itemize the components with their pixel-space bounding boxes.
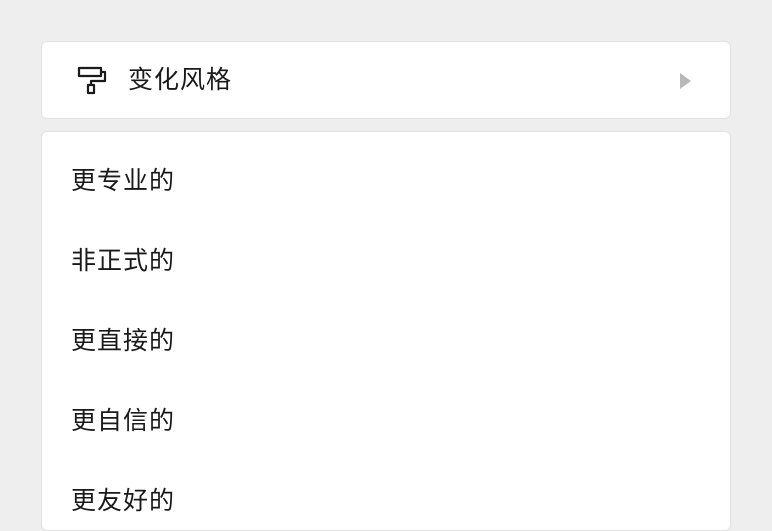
change-style-menu-item[interactable]: 变化风格 [41, 41, 731, 119]
option-casual[interactable]: 非正式的 [71, 241, 175, 281]
option-more-confident[interactable]: 更自信的 [71, 401, 175, 441]
option-more-professional[interactable]: 更专业的 [71, 161, 175, 201]
option-more-friendly[interactable]: 更友好的 [71, 481, 175, 521]
style-options-list: 更专业的 非正式的 更直接的 更自信的 更友好的 [41, 131, 731, 531]
change-style-label: 变化风格 [128, 65, 233, 94]
paint-roller-icon [77, 66, 107, 95]
chevron-right-icon [680, 73, 691, 89]
option-more-direct[interactable]: 更直接的 [71, 321, 175, 361]
